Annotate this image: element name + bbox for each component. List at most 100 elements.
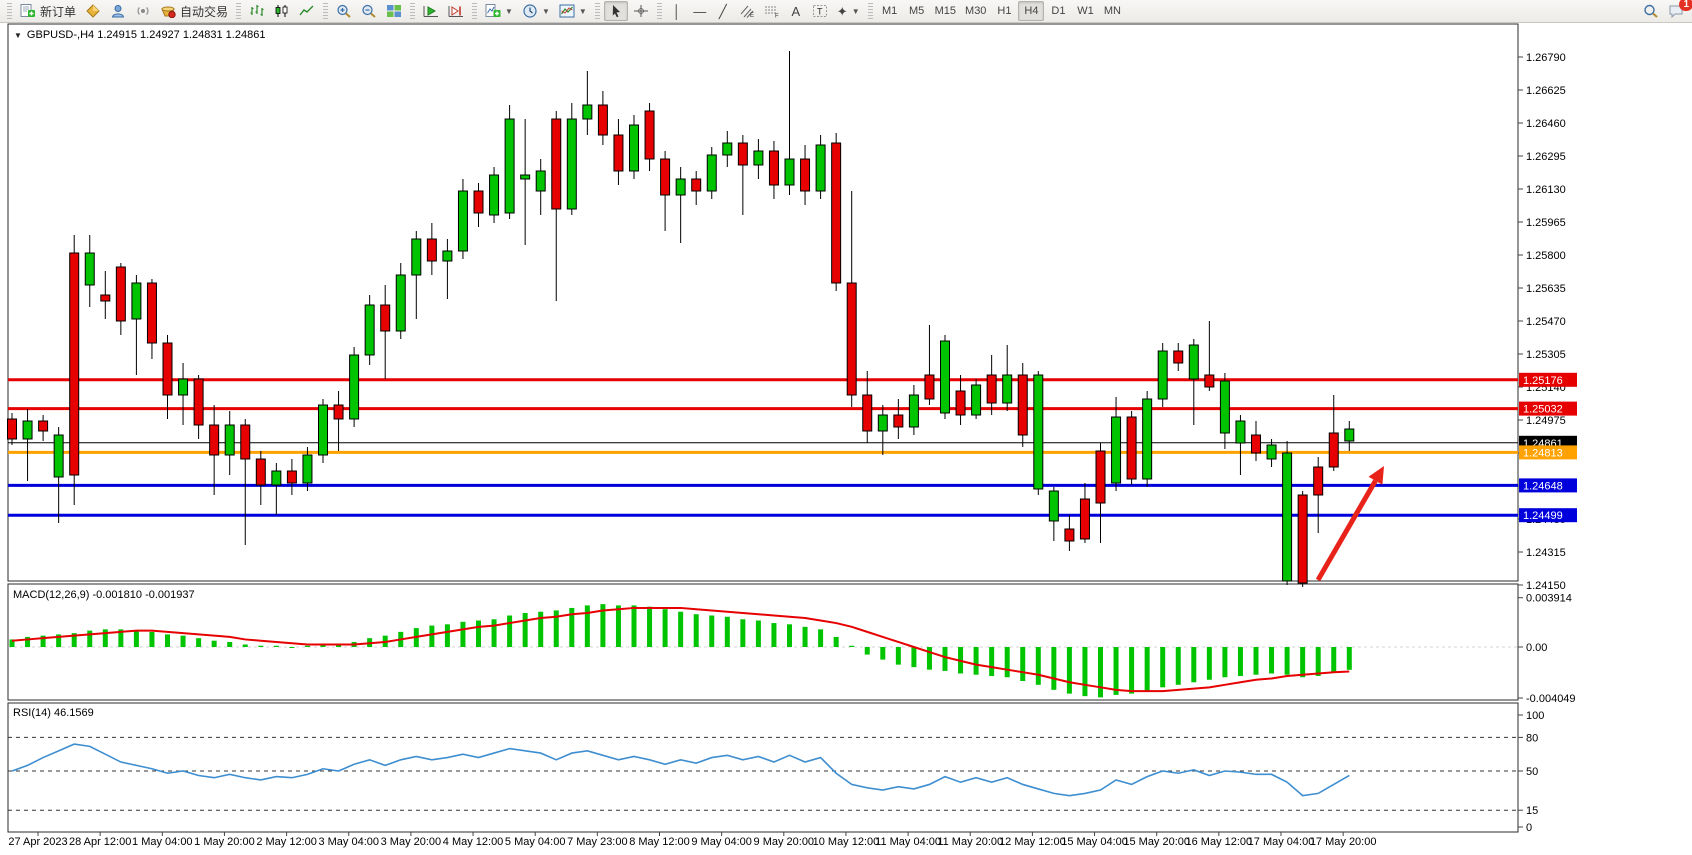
notifications-button[interactable]: 1 <box>1664 1 1688 21</box>
candle-body[interactable] <box>925 375 934 399</box>
signals-button[interactable] <box>131 1 155 21</box>
candle-body[interactable] <box>116 267 125 321</box>
text-label-button[interactable]: T <box>808 1 832 21</box>
market-button[interactable] <box>81 1 105 21</box>
line-chart-button[interactable] <box>295 1 319 21</box>
timeframe-h1[interactable]: H1 <box>991 1 1017 21</box>
candle-body[interactable] <box>769 151 778 185</box>
toolbar-grip[interactable] <box>595 3 600 19</box>
candle-body[interactable] <box>987 375 996 403</box>
candle-body[interactable] <box>319 405 328 455</box>
candle-body[interactable] <box>692 179 701 191</box>
candle-body[interactable] <box>39 421 48 431</box>
trendline-button[interactable]: ╱ <box>712 1 734 21</box>
candle-body[interactable] <box>505 119 514 213</box>
candle-body[interactable] <box>8 419 17 439</box>
toolbar-grip[interactable] <box>7 3 12 19</box>
candle-body[interactable] <box>272 471 281 485</box>
toolbar-grip[interactable] <box>323 3 328 19</box>
channel-button[interactable]: E <box>735 1 759 21</box>
candle-body[interactable] <box>956 391 965 415</box>
candle-body[interactable] <box>754 151 763 165</box>
candle-body[interactable] <box>490 175 499 215</box>
candle-body[interactable] <box>707 155 716 191</box>
candle-body[interactable] <box>567 119 576 209</box>
candle-body[interactable] <box>1298 495 1307 583</box>
candle-body[interactable] <box>630 125 639 171</box>
candle-body[interactable] <box>1283 453 1292 581</box>
timeframe-mn[interactable]: MN <box>1099 1 1125 21</box>
candle-body[interactable] <box>1018 375 1027 435</box>
candle-body[interactable] <box>350 355 359 419</box>
auto-scroll-button[interactable] <box>419 1 443 21</box>
text-button[interactable]: A <box>785 1 807 21</box>
candle-body[interactable] <box>785 159 794 185</box>
candle-body[interactable] <box>412 239 421 275</box>
candle-body[interactable] <box>614 135 623 171</box>
timeframe-m5[interactable]: M5 <box>904 1 930 21</box>
timeframe-d1[interactable]: D1 <box>1045 1 1071 21</box>
candle-body[interactable] <box>1127 417 1136 479</box>
vertical-line-button[interactable]: │ <box>666 1 688 21</box>
candle-body[interactable] <box>972 385 981 415</box>
candle-body[interactable] <box>1003 375 1012 403</box>
candle-body[interactable] <box>1205 375 1214 387</box>
crosshair-button[interactable] <box>629 1 653 21</box>
candle-body[interactable] <box>863 395 872 431</box>
candle-body[interactable] <box>443 251 452 261</box>
bar-chart-button[interactable] <box>245 1 269 21</box>
candle-body[interactable] <box>163 343 172 395</box>
candle-body[interactable] <box>427 239 436 261</box>
candle-body[interactable] <box>225 425 234 455</box>
zoom-out-button[interactable] <box>357 1 381 21</box>
chart-shift-button[interactable] <box>444 1 468 21</box>
candle-body[interactable] <box>101 295 110 301</box>
candlestick-button[interactable] <box>270 1 294 21</box>
candle-body[interactable] <box>894 415 903 427</box>
candle-body[interactable] <box>303 455 312 483</box>
candle-body[interactable] <box>645 111 654 159</box>
zoom-in-button[interactable] <box>332 1 356 21</box>
candle-body[interactable] <box>194 379 203 425</box>
candle-body[interactable] <box>1034 375 1043 489</box>
chart-canvas[interactable]: 1.267901.266251.264601.262951.261301.259… <box>0 23 1692 855</box>
candle-body[interactable] <box>334 405 343 419</box>
candle-body[interactable] <box>552 119 561 209</box>
candle-body[interactable] <box>1345 429 1354 441</box>
candle-body[interactable] <box>85 253 94 285</box>
candle-body[interactable] <box>1049 491 1058 521</box>
search-button[interactable] <box>1639 1 1663 21</box>
candle-body[interactable] <box>1189 345 1198 379</box>
new-order-button[interactable]: 新订单 <box>16 1 80 21</box>
candle-body[interactable] <box>23 421 32 439</box>
candle-body[interactable] <box>583 105 592 119</box>
candle-body[interactable] <box>287 471 296 483</box>
auto-trading-button[interactable]: 自动交易 <box>156 1 232 21</box>
tile-windows-button[interactable] <box>382 1 406 21</box>
candle-body[interactable] <box>1220 381 1229 433</box>
macd-pane[interactable] <box>8 584 1518 700</box>
templates-button[interactable]: ▼ <box>555 1 591 21</box>
candle-body[interactable] <box>878 415 887 431</box>
candle-body[interactable] <box>832 143 841 283</box>
candle-body[interactable] <box>738 143 747 165</box>
candle-body[interactable] <box>132 283 141 319</box>
candle-body[interactable] <box>241 425 250 459</box>
toolbar-grip[interactable] <box>236 3 241 19</box>
cursor-button[interactable] <box>604 1 628 21</box>
candle-body[interactable] <box>816 145 825 191</box>
candle-body[interactable] <box>1096 451 1105 503</box>
community-button[interactable] <box>106 1 130 21</box>
candle-body[interactable] <box>723 143 732 155</box>
candle-body[interactable] <box>1174 351 1183 363</box>
candle-body[interactable] <box>1329 433 1338 467</box>
horizontal-line-button[interactable]: — <box>689 1 711 21</box>
candle-body[interactable] <box>1080 499 1089 539</box>
candle-body[interactable] <box>661 159 670 195</box>
candle-body[interactable] <box>147 283 156 343</box>
candle-body[interactable] <box>847 283 856 395</box>
toolbar-grip[interactable] <box>472 3 477 19</box>
toolbar-grip[interactable] <box>657 3 662 19</box>
candle-body[interactable] <box>1112 417 1121 483</box>
candle-body[interactable] <box>70 253 79 475</box>
